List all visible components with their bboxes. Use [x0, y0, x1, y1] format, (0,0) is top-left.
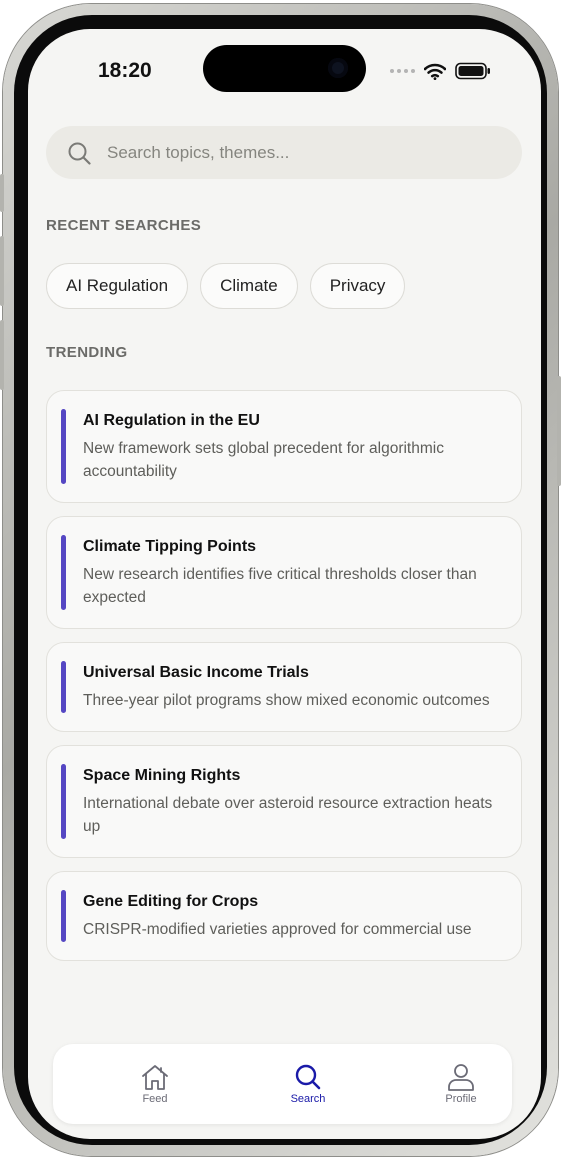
tab-search[interactable]: Search: [248, 1044, 368, 1124]
card-accent-bar: [61, 764, 66, 839]
card-description: International debate over asteroid resou…: [83, 795, 493, 835]
volume-down-button: [0, 320, 4, 390]
card-title: AI Regulation in the EU: [83, 412, 260, 429]
status-icons: [390, 62, 491, 80]
search-icon: [295, 1064, 321, 1090]
recent-chip-privacy[interactable]: Privacy: [309, 263, 406, 309]
tab-bar: Feed Search Profile: [53, 1044, 512, 1124]
card-description: CRISPR-modified varieties approved for c…: [83, 921, 472, 938]
action-button: [0, 174, 4, 212]
card-accent-bar: [61, 535, 66, 610]
recent-chip-ai-regulation[interactable]: AI Regulation: [46, 263, 189, 309]
card-description: New framework sets global precedent for …: [83, 440, 444, 480]
card-accent-bar: [61, 890, 66, 942]
recent-chip-climate[interactable]: Climate: [200, 263, 298, 309]
volume-up-button: [0, 236, 4, 306]
phone-frame: 18:20 RECENT SEARCHES: [0, 4, 561, 1156]
card-description: Three-year pilot programs show mixed eco…: [83, 692, 490, 709]
dynamic-island: [203, 45, 366, 92]
trending-title: TRENDING: [46, 344, 128, 361]
recent-searches-title: RECENT SEARCHES: [46, 217, 202, 234]
card-title: Universal Basic Income Trials: [83, 664, 309, 681]
screen: 18:20 RECENT SEARCHES: [28, 29, 541, 1139]
trending-card[interactable]: AI Regulation in the EU New framework se…: [46, 390, 522, 503]
search-input[interactable]: [105, 141, 499, 164]
trending-list: AI Regulation in the EU New framework se…: [46, 390, 522, 974]
search-icon: [68, 142, 91, 165]
trending-card[interactable]: Climate Tipping Points New research iden…: [46, 516, 522, 629]
wifi-icon: [424, 63, 446, 80]
tab-search-label: Search: [290, 1093, 326, 1105]
cellular-signal-icon: [390, 69, 415, 73]
card-title: Gene Editing for Crops: [83, 893, 259, 910]
card-accent-bar: [61, 661, 66, 713]
tab-feed[interactable]: Feed: [95, 1044, 215, 1124]
tab-profile[interactable]: Profile: [401, 1044, 521, 1124]
trending-card[interactable]: Space Mining Rights International debate…: [46, 745, 522, 858]
trending-card[interactable]: Universal Basic Income Trials Three-year…: [46, 642, 522, 732]
home-icon: [142, 1065, 168, 1090]
card-title: Space Mining Rights: [83, 767, 241, 784]
card-accent-bar: [61, 409, 66, 484]
tab-profile-label: Profile: [445, 1093, 477, 1105]
search-bar[interactable]: [46, 126, 522, 179]
card-title: Climate Tipping Points: [83, 538, 257, 555]
status-time: 18:20: [98, 59, 152, 82]
person-icon: [448, 1064, 474, 1091]
card-description: New research identifies five critical th…: [83, 566, 477, 606]
power-button: [557, 376, 561, 486]
trending-card[interactable]: Gene Editing for Crops CRISPR-modified v…: [46, 871, 522, 961]
camera-icon: [328, 58, 348, 78]
recent-searches-list: AI Regulation Climate Privacy: [46, 263, 406, 309]
battery-icon: [455, 62, 490, 80]
tab-feed-label: Feed: [142, 1093, 168, 1105]
